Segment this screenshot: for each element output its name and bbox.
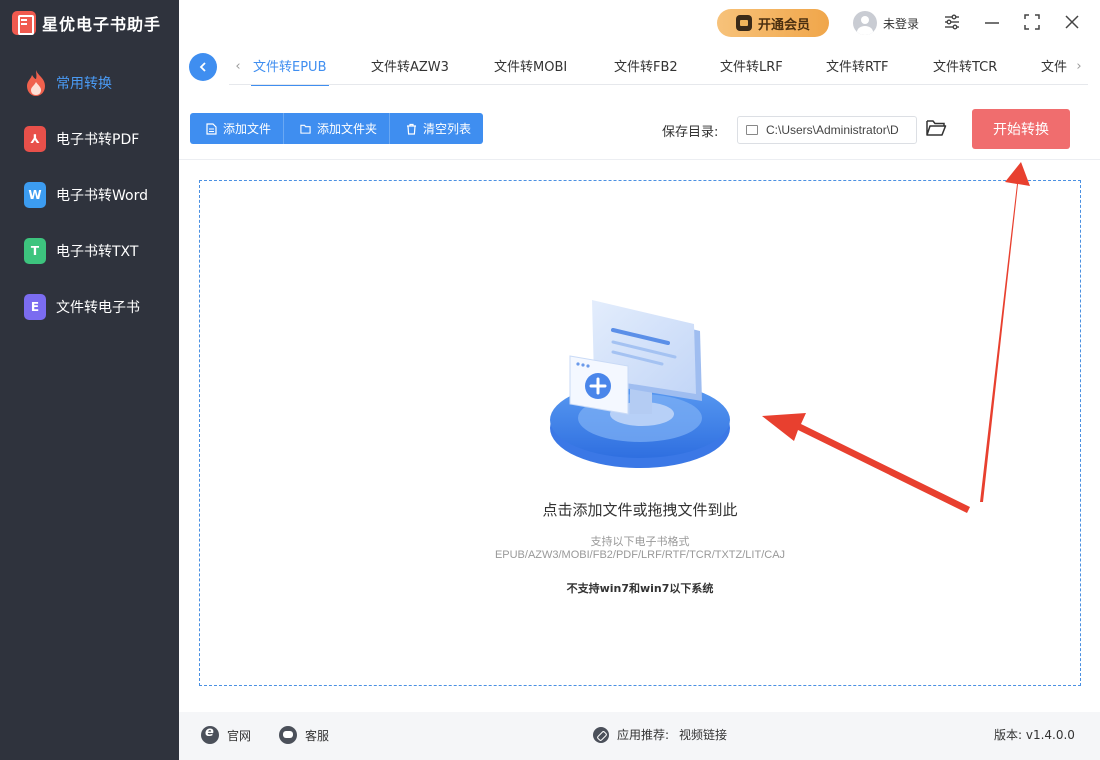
video-link[interactable]: 视频链接 bbox=[679, 726, 727, 743]
save-directory-label: 保存目录: bbox=[662, 125, 719, 140]
app-logo-icon bbox=[12, 11, 36, 35]
word-icon: W bbox=[24, 182, 46, 208]
add-file-button[interactable]: 添加文件 bbox=[190, 113, 285, 144]
close-icon[interactable] bbox=[1062, 12, 1082, 32]
sidebar-item-label: 常用转换 bbox=[56, 76, 112, 92]
sidebar-item-common-convert[interactable]: 常用转换 bbox=[0, 63, 179, 103]
sidebar-item-file-to-ebook[interactable]: E 文件转电子书 bbox=[0, 287, 179, 327]
user-login[interactable]: 未登录 bbox=[853, 11, 919, 35]
app-recommend: 应用推荐: 视频链接 bbox=[593, 726, 727, 743]
toolbar: 添加文件 添加文件夹 清空列表 保存目录: C:\Users\Administr… bbox=[179, 86, 1100, 160]
vip-button[interactable]: 开通会员 bbox=[717, 9, 829, 37]
add-file-illustration bbox=[550, 300, 730, 468]
main-area: 点击添加文件或拖拽文件到此 支持以下电子书格式 EPUB/AZW3/MOBI/F… bbox=[179, 160, 1100, 712]
file-icon bbox=[206, 122, 217, 135]
title-bar: 开通会员 未登录 bbox=[179, 0, 1100, 46]
user-status: 未登录 bbox=[883, 16, 920, 31]
clear-list-button[interactable]: 清空列表 bbox=[390, 113, 483, 144]
chevron-left-icon bbox=[199, 62, 206, 72]
tab-epub[interactable]: 文件转EPUB bbox=[251, 56, 328, 86]
add-folder-button[interactable]: 添加文件夹 bbox=[284, 113, 391, 144]
clear-list-label: 清空列表 bbox=[423, 122, 472, 136]
crown-icon bbox=[735, 15, 752, 31]
tab-fb2[interactable]: 文件转FB2 bbox=[614, 56, 678, 75]
app-title: 星优电子书助手 bbox=[42, 15, 162, 34]
save-directory-value: C:\Users\Administrator\D bbox=[766, 123, 899, 137]
app-brand: 星优电子书助手 bbox=[12, 10, 161, 36]
tab-lrf[interactable]: 文件转LRF bbox=[720, 56, 783, 75]
drop-zone-subtitle: 支持以下电子书格式 bbox=[590, 535, 690, 548]
file-button-group: 添加文件 添加文件夹 清空列表 bbox=[190, 113, 484, 144]
website-icon bbox=[201, 725, 219, 744]
support-label: 客服 bbox=[305, 728, 330, 743]
sidebar-item-label: 电子书转TXT bbox=[56, 244, 139, 260]
supported-formats: EPUB/AZW3/MOBI/FB2/PDF/LRF/RTF/TCR/TXTZ/… bbox=[494, 549, 786, 561]
settings-sliders-icon[interactable] bbox=[942, 12, 962, 32]
avatar bbox=[853, 11, 877, 35]
tab-mobi[interactable]: 文件转MOBI bbox=[494, 56, 567, 75]
support-link[interactable]: 客服 bbox=[279, 726, 329, 744]
website-link[interactable]: 官网 bbox=[201, 725, 252, 744]
tabs-scroll-right-icon[interactable]: › bbox=[1073, 57, 1085, 75]
folder-small-icon bbox=[746, 125, 758, 135]
file-drop-zone[interactable]: 点击添加文件或拖拽文件到此 支持以下电子书格式 EPUB/AZW3/MOBI/F… bbox=[199, 180, 1081, 686]
minimize-icon[interactable] bbox=[982, 12, 1002, 32]
tab-more[interactable]: 文件 bbox=[1041, 56, 1067, 75]
pdf-icon: ⅄ bbox=[24, 126, 46, 152]
sidebar-item-label: 电子书转PDF bbox=[56, 132, 140, 148]
tab-rtf[interactable]: 文件转RTF bbox=[826, 56, 889, 75]
add-folder-label: 添加文件夹 bbox=[317, 122, 378, 136]
link-icon bbox=[593, 726, 609, 743]
website-label: 官网 bbox=[227, 728, 252, 743]
chat-icon bbox=[279, 726, 297, 744]
browse-folder-icon[interactable] bbox=[925, 118, 949, 140]
recommend-label: 应用推荐: bbox=[617, 728, 670, 742]
maximize-icon[interactable] bbox=[1022, 12, 1042, 32]
sidebar-item-ebook-to-pdf[interactable]: ⅄ 电子书转PDF bbox=[0, 119, 179, 159]
folder-icon bbox=[300, 124, 311, 134]
vip-button-label: 开通会员 bbox=[757, 17, 810, 33]
footer: 官网 客服 应用推荐: 视频链接 版本: v1.4.0.0 bbox=[179, 712, 1100, 760]
tabs: 文件转EPUB 文件转AZW3 文件转MOBI 文件转FB2 文件转LRF 文件… bbox=[241, 46, 1076, 86]
ebook-icon: E bbox=[24, 294, 46, 320]
sidebar-item-ebook-to-txt[interactable]: T 电子书转TXT bbox=[0, 231, 179, 271]
system-warning: 不支持win7和win7以下系统 bbox=[566, 582, 714, 595]
start-convert-button[interactable]: 开始转换 bbox=[972, 109, 1070, 149]
sidebar-item-label: 电子书转Word bbox=[56, 188, 148, 204]
tab-azw3[interactable]: 文件转AZW3 bbox=[371, 56, 449, 75]
txt-icon: T bbox=[24, 238, 46, 264]
tab-tcr[interactable]: 文件转TCR bbox=[933, 56, 997, 75]
tab-divider bbox=[229, 84, 1088, 85]
sidebar-item-label: 文件转电子书 bbox=[56, 300, 140, 316]
version-text: 版本: v1.4.0.0 bbox=[994, 728, 1075, 742]
trash-icon bbox=[407, 123, 417, 135]
add-file-label: 添加文件 bbox=[223, 122, 272, 136]
sidebar-item-ebook-to-word[interactable]: W 电子书转Word bbox=[0, 175, 179, 215]
sidebar: 星优电子书助手 常用转换 ⅄ 电子书转PDF W 电子书转Word T 电子书转… bbox=[0, 0, 179, 760]
drop-zone-title: 点击添加文件或拖拽文件到此 bbox=[542, 501, 738, 519]
save-directory-input[interactable]: C:\Users\Administrator\D bbox=[737, 116, 917, 144]
format-tab-bar: ‹ 文件转EPUB 文件转AZW3 文件转MOBI 文件转FB2 文件转LRF … bbox=[179, 46, 1100, 86]
fire-icon bbox=[24, 69, 48, 97]
back-button[interactable] bbox=[189, 53, 217, 81]
